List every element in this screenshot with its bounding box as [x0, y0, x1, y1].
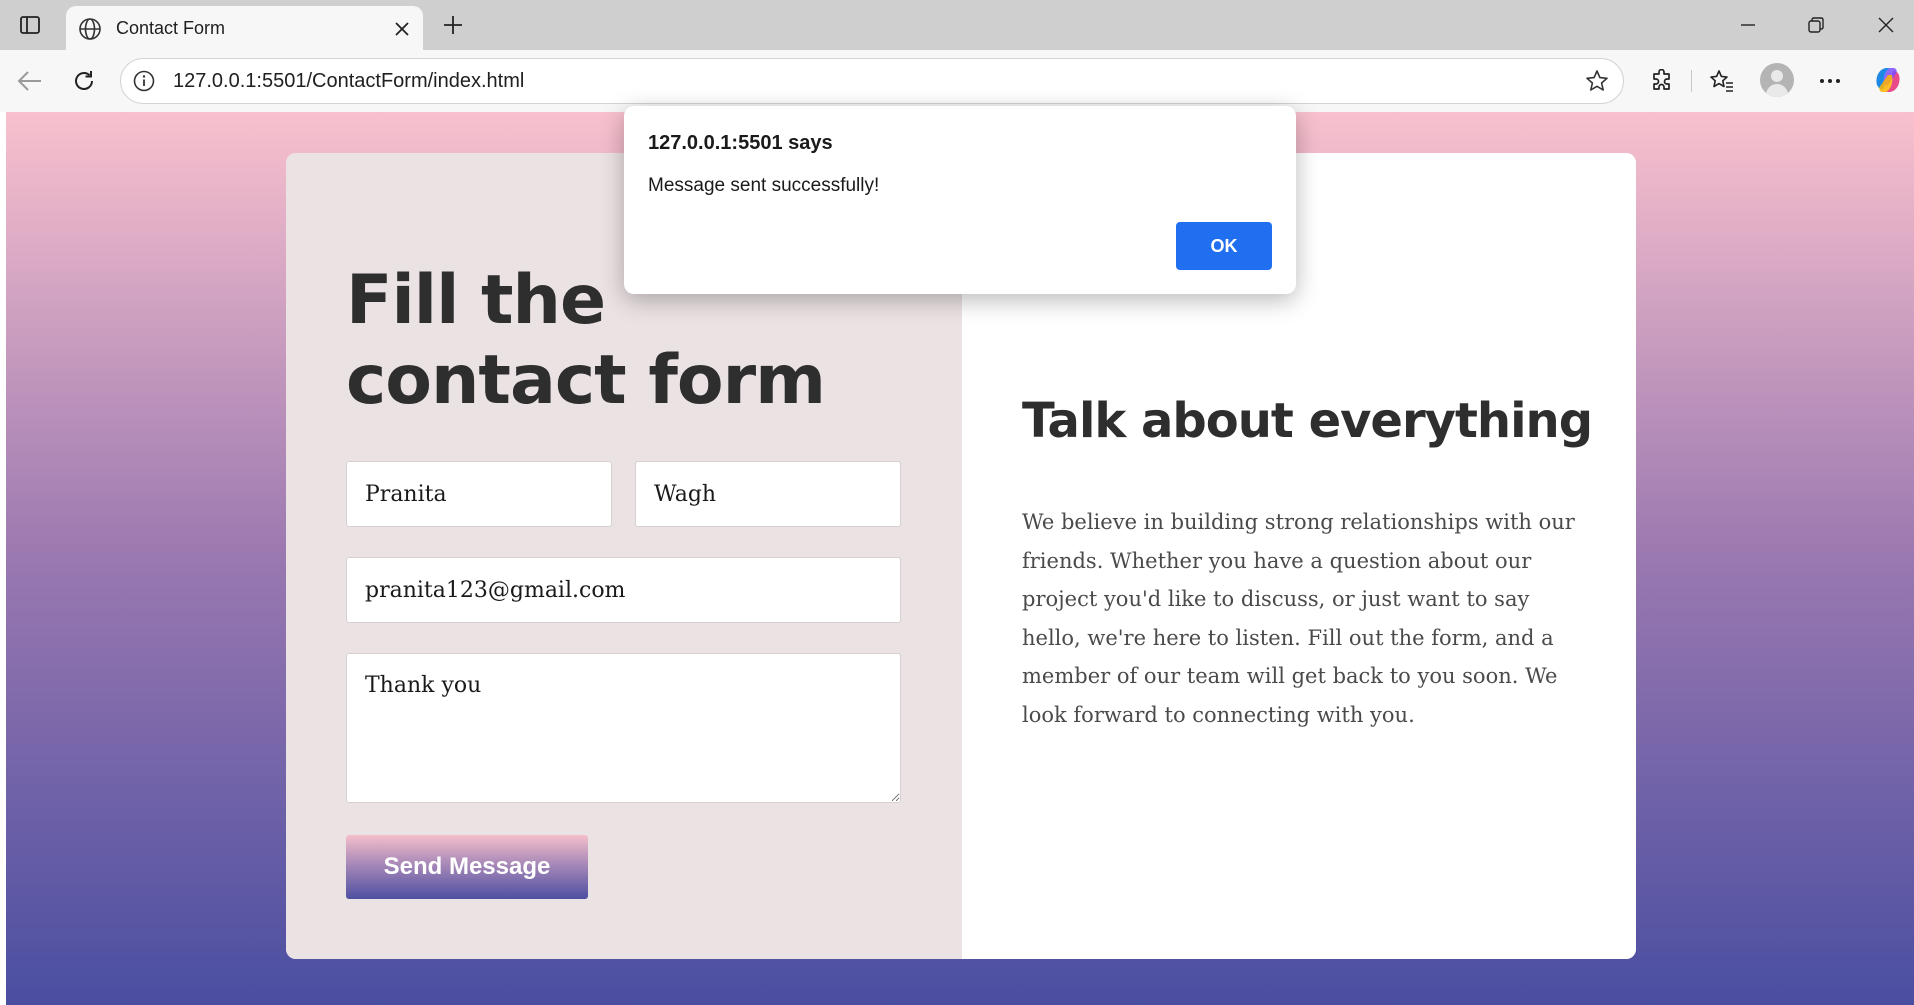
url-text[interactable]: 127.0.0.1:5501/ContactForm/index.html	[173, 70, 524, 93]
tab-title: Contact Form	[116, 18, 226, 38]
refresh-icon[interactable]	[66, 63, 102, 99]
info-body: We believe in building strong relationsh…	[1022, 510, 1575, 727]
info-title: Talk about everything	[1022, 393, 1593, 449]
info-icon[interactable]	[131, 68, 157, 94]
back-icon[interactable]	[12, 63, 48, 99]
browser-toolbar: 127.0.0.1:5501/ContactForm/index.html	[0, 50, 1914, 112]
extensions-icon[interactable]	[1644, 63, 1680, 99]
tab-contact-form[interactable]: Contact Form	[66, 6, 423, 50]
plus-icon[interactable]	[436, 8, 470, 42]
globe-icon	[78, 17, 102, 41]
window-close-icon[interactable]	[1862, 8, 1910, 42]
alert-title: 127.0.0.1:5501 says	[648, 132, 833, 154]
email-field[interactable]	[346, 557, 901, 623]
favorites-icon[interactable]	[1704, 63, 1740, 99]
close-icon[interactable]	[389, 16, 415, 42]
tab-strip: Contact Form	[0, 0, 1914, 50]
more-icon[interactable]	[1812, 63, 1848, 99]
copilot-icon[interactable]	[1871, 63, 1905, 97]
avatar[interactable]	[1760, 63, 1794, 97]
address-bar[interactable]: 127.0.0.1:5501/ContactForm/index.html	[120, 58, 1624, 104]
restore-icon[interactable]	[1792, 8, 1840, 42]
alert-message: Message sent successfully!	[648, 175, 880, 196]
minimize-icon[interactable]	[1724, 8, 1772, 42]
toolbar-divider	[1691, 70, 1692, 92]
send-message-button[interactable]: Send Message	[346, 835, 588, 899]
tab-actions-icon[interactable]	[12, 10, 48, 40]
message-field[interactable]: Thank you	[346, 653, 901, 803]
alert-dialog: 127.0.0.1:5501 says Message sent success…	[624, 106, 1296, 294]
first-name-field[interactable]	[346, 461, 612, 527]
ok-button[interactable]: OK	[1176, 222, 1272, 270]
last-name-field[interactable]	[635, 461, 901, 527]
star-icon[interactable]	[1583, 67, 1611, 95]
